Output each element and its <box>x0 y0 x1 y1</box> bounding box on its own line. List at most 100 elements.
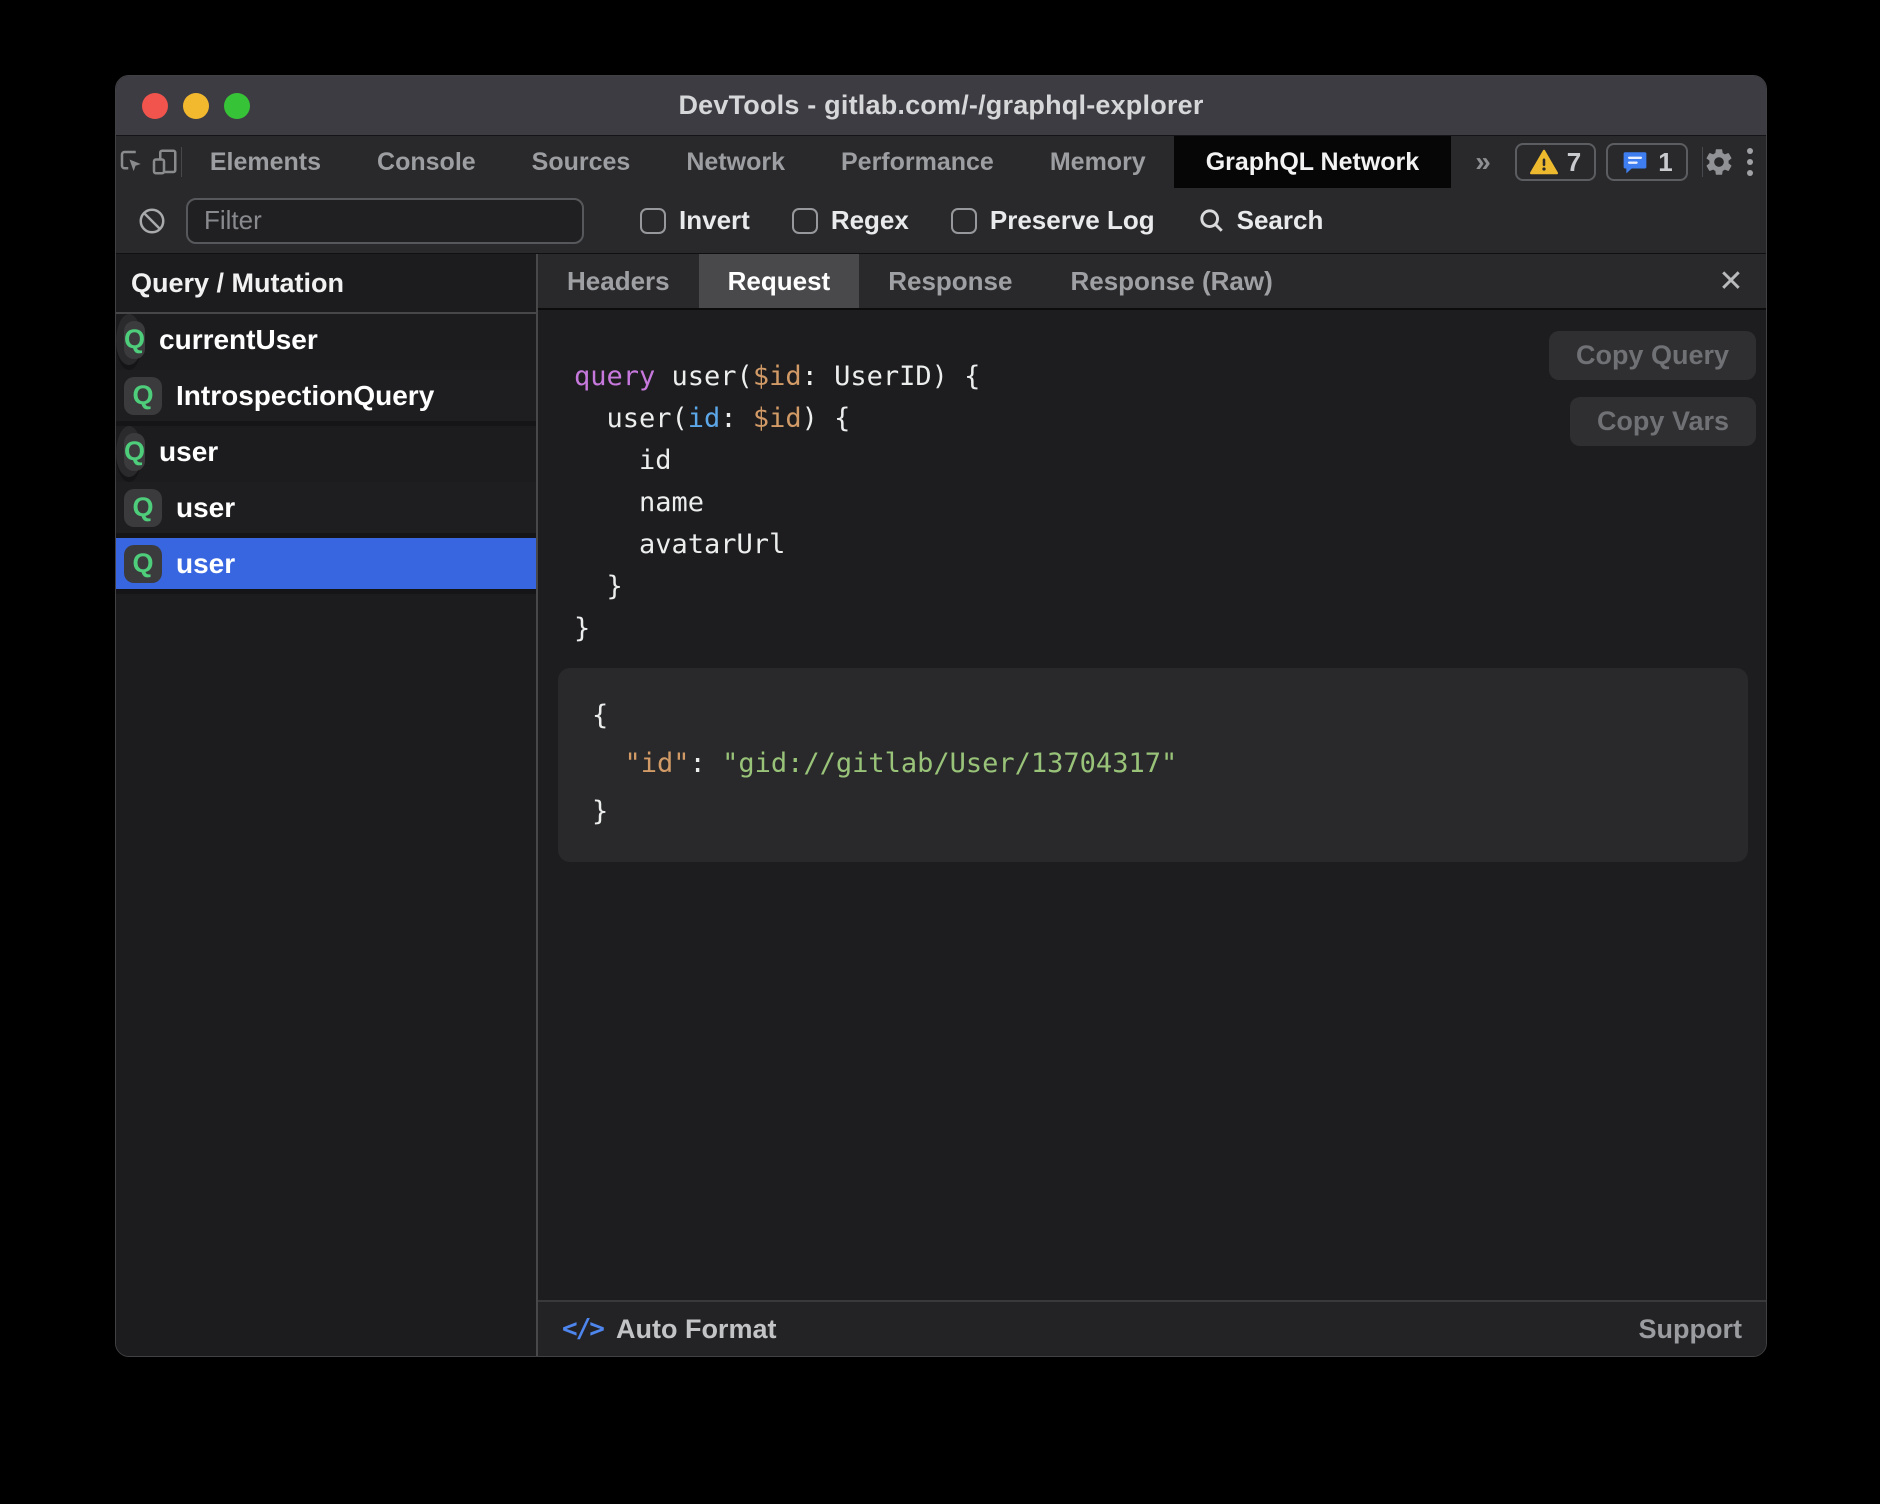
code-token: query <box>574 361 655 392</box>
query-code-line: } <box>574 608 1766 650</box>
window-title: DevTools - gitlab.com/-/graphql-explorer <box>678 90 1203 121</box>
regex-checkbox[interactable]: Regex <box>792 205 909 236</box>
device-toolbar-icon[interactable] <box>148 136 180 188</box>
minimize-window-button[interactable] <box>183 93 209 119</box>
kebab-menu-icon[interactable] <box>1735 136 1766 188</box>
query-type-badge: Q <box>124 489 162 527</box>
devtools-window: DevTools - gitlab.com/-/graphql-explorer… <box>115 75 1767 1357</box>
warnings-count: 7 <box>1567 147 1581 178</box>
issues-count: 1 <box>1658 147 1672 178</box>
code-icon: </> <box>562 1314 603 1344</box>
tab-request[interactable]: Request <box>699 254 860 308</box>
code-token: $id <box>753 361 802 392</box>
tab-response-raw[interactable]: Response (Raw) <box>1041 254 1301 308</box>
search-icon <box>1197 206 1226 235</box>
code-token: user( <box>655 361 753 392</box>
code-token: { <box>592 700 608 731</box>
devtools-tabs: ElementsConsoleSourcesNetworkPerformance… <box>182 136 1451 188</box>
copy-query-button[interactable]: Copy Query <box>1549 331 1756 380</box>
query-type-badge: Q <box>124 321 145 359</box>
query-list-item[interactable]: Quser <box>116 538 536 594</box>
query-type-badge: Q <box>124 377 162 415</box>
checkbox-box[interactable] <box>640 208 666 234</box>
tab-headers[interactable]: Headers <box>538 254 699 308</box>
request-detail-panel: HeadersRequestResponseResponse (Raw) ✕ q… <box>538 254 1766 1356</box>
warning-icon <box>1530 149 1558 175</box>
settings-gear-icon[interactable] <box>1703 136 1735 188</box>
query-name-label: currentUser <box>159 324 318 356</box>
tab-console[interactable]: Console <box>349 136 504 188</box>
query-code-line: name <box>574 482 1766 524</box>
query-list-item[interactable]: Quser <box>116 426 142 482</box>
tab-graphql-network[interactable]: GraphQL Network <box>1174 136 1451 188</box>
query-list-item[interactable]: Quser <box>116 482 536 538</box>
filter-input[interactable] <box>186 198 584 244</box>
code-token: } <box>574 613 590 644</box>
code-token: id <box>574 445 672 476</box>
code-token: : <box>690 748 723 779</box>
code-token: name <box>574 487 704 518</box>
variables-code-line: "id": "gid://gitlab/User/13704317" <box>592 740 1714 788</box>
code-token: : <box>720 403 753 434</box>
code-token: ) { <box>802 403 851 434</box>
detail-tabs: HeadersRequestResponseResponse (Raw) <box>538 254 1302 308</box>
sidebar-header: Query / Mutation <box>116 254 536 314</box>
query-list-item[interactable]: QcurrentUser <box>116 314 142 370</box>
traffic-lights <box>142 76 250 135</box>
tab-memory[interactable]: Memory <box>1022 136 1174 188</box>
query-list: QcurrentUserQIntrospectionQueryQuserQuse… <box>116 314 536 1356</box>
code-token: } <box>592 796 608 827</box>
code-token: "id" <box>625 748 690 779</box>
search-button[interactable]: Search <box>1197 205 1324 236</box>
tab-elements[interactable]: Elements <box>182 136 349 188</box>
detail-tabs-bar: HeadersRequestResponseResponse (Raw) ✕ <box>538 254 1766 310</box>
warnings-badge[interactable]: 7 <box>1515 143 1596 181</box>
chevron-double-right-icon: » <box>1475 146 1491 178</box>
copy-vars-button[interactable]: Copy Vars <box>1570 397 1756 446</box>
request-tab-body: query user($id: UserID) { user(id: $id) … <box>538 310 1766 1300</box>
search-label: Search <box>1237 205 1324 236</box>
panel-footer: </> Auto Format Support <box>538 1300 1766 1356</box>
query-code-line: } <box>574 566 1766 608</box>
fullscreen-window-button[interactable] <box>224 93 250 119</box>
query-list-item[interactable]: Q IntrospectionQuery <box>116 370 536 426</box>
invert-checkbox[interactable]: Invert <box>640 205 750 236</box>
request-variables-box: { "id": "gid://gitlab/User/13704317"} <box>558 668 1748 862</box>
code-token: } <box>574 571 623 602</box>
close-icon[interactable]: ✕ <box>1696 254 1766 308</box>
variables-code-line: { <box>592 692 1714 740</box>
checkbox-box[interactable] <box>792 208 818 234</box>
code-token: id <box>688 403 721 434</box>
devtools-content: Query / Mutation QcurrentUserQIntrospect… <box>116 254 1766 1356</box>
message-icon <box>1621 149 1649 175</box>
preserve-log-checkbox[interactable]: Preserve Log <box>951 205 1155 236</box>
network-filter-bar: Invert Regex Preserve Log Search <box>116 188 1766 254</box>
code-token: : UserID) { <box>802 361 981 392</box>
inspect-element-icon[interactable] <box>116 136 148 188</box>
filter-options: Invert Regex Preserve Log <box>640 205 1155 236</box>
close-window-button[interactable] <box>142 93 168 119</box>
query-name-label: user <box>176 492 235 524</box>
clear-icon[interactable] <box>132 206 172 236</box>
window-titlebar: DevTools - gitlab.com/-/graphql-explorer <box>116 76 1766 136</box>
query-name-label: IntrospectionQuery <box>176 380 434 412</box>
auto-format-button[interactable]: </> Auto Format <box>562 1314 776 1345</box>
variables-code-line: } <box>592 788 1714 836</box>
tab-performance[interactable]: Performance <box>813 136 1022 188</box>
query-type-badge: Q <box>124 545 162 583</box>
issues-badge[interactable]: 1 <box>1606 143 1687 181</box>
query-type-badge: Q <box>124 433 145 471</box>
code-token: avatarUrl <box>574 529 785 560</box>
checkbox-label: Regex <box>831 205 909 236</box>
devtools-tabbar: ElementsConsoleSourcesNetworkPerformance… <box>116 136 1766 188</box>
checkbox-label: Preserve Log <box>990 205 1155 236</box>
more-tabs-button[interactable]: » <box>1451 136 1515 188</box>
query-name-label: user <box>159 436 218 468</box>
support-link[interactable]: Support <box>1639 1314 1742 1345</box>
checkbox-label: Invert <box>679 205 750 236</box>
tab-sources[interactable]: Sources <box>504 136 659 188</box>
tab-network[interactable]: Network <box>658 136 813 188</box>
checkbox-box[interactable] <box>951 208 977 234</box>
status-badges: 7 1 <box>1515 136 1688 188</box>
tab-response[interactable]: Response <box>859 254 1041 308</box>
